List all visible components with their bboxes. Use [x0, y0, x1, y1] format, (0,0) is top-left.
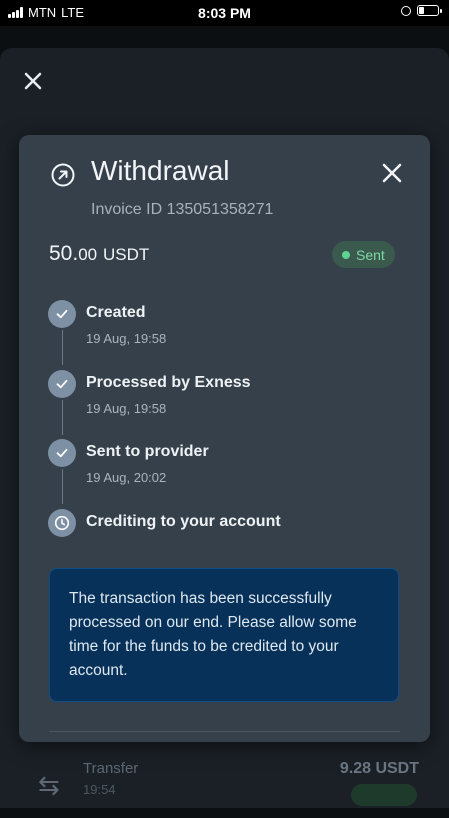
check-icon: [48, 370, 76, 398]
status-bar: MTN LTE 8:03 PM: [0, 0, 449, 26]
timeline-connector: [62, 330, 63, 365]
step-label: Processed by Exness: [86, 374, 251, 391]
status-dot: [342, 250, 350, 259]
transaction-time: 19:54: [83, 782, 116, 797]
battery-icon: [417, 5, 442, 16]
divider: [49, 731, 400, 732]
close-icon[interactable]: [20, 68, 46, 94]
transfer-icon: ⇆: [38, 770, 60, 800]
close-icon[interactable]: [381, 162, 403, 184]
transaction-title: Transfer: [83, 760, 139, 777]
amount-decimal: 00: [78, 245, 98, 264]
step-label: Sent to provider: [86, 443, 209, 460]
transaction-amount: 9.28 USDT: [339, 760, 419, 777]
timeline-connector: [62, 400, 63, 435]
info-notice: The transaction has been successfully pr…: [49, 568, 399, 702]
status-label: Sent: [356, 246, 385, 263]
amount-integer: 50.: [49, 242, 79, 265]
amount-currency: USDT: [102, 245, 150, 264]
clock: 8:03 PM: [198, 5, 251, 21]
transaction-row[interactable]: ⇆ Transfer 19:54 9.28 USDT: [20, 738, 429, 818]
orientation-lock-icon: [401, 5, 411, 16]
clock-icon: [48, 509, 76, 537]
check-icon: [48, 439, 76, 467]
step-label: Created: [86, 304, 146, 321]
status-badge: Sent: [332, 241, 395, 268]
check-icon: [48, 300, 76, 328]
step-time: 19 Aug, 20:02: [86, 470, 167, 485]
status-badge: [351, 784, 417, 806]
invoice-id: Invoice ID 135051358271: [91, 201, 274, 218]
withdrawal-amount: 50.00 USDT: [49, 242, 149, 266]
modal-title: Withdrawal: [91, 155, 230, 186]
status-right: [401, 5, 442, 16]
step-label: Crediting to your account: [86, 513, 281, 530]
withdrawal-modal: Withdrawal Invoice ID 135051358271 50.00…: [19, 135, 430, 742]
step-time: 19 Aug, 19:58: [86, 401, 167, 416]
timeline-connector: [62, 469, 63, 504]
step-time: 19 Aug, 19:58: [86, 331, 167, 346]
arrow-up-right-icon: [51, 163, 75, 187]
